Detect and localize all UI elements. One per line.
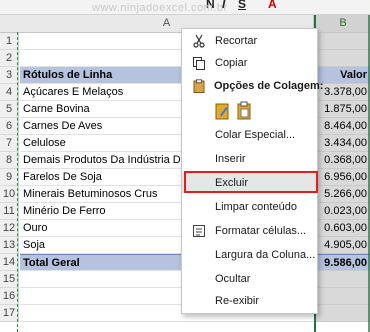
paste-formatting-icon[interactable] xyxy=(214,101,231,121)
cell-b[interactable]: 8.464,00 xyxy=(314,118,370,135)
paste-options-row xyxy=(182,97,317,125)
copy-icon xyxy=(193,57,205,70)
menu-label-colar-especial: Colar Especial... xyxy=(215,129,296,141)
menu-label-formatar-celulas: Formatar células... xyxy=(215,225,307,237)
menu-label-ocultar: Ocultar xyxy=(215,273,251,285)
menu-item-copiar[interactable]: Copiar xyxy=(182,53,317,73)
menu-item-inserir[interactable]: Inserir xyxy=(182,149,317,169)
paste-values-icon[interactable] xyxy=(236,101,253,121)
menu-label-largura-coluna: Largura da Coluna... xyxy=(215,249,316,261)
menu-label-reexibir: Re-exibir xyxy=(215,295,260,307)
cell-b[interactable]: 3.434,00 xyxy=(314,135,370,152)
format-cells-icon xyxy=(193,225,205,237)
cell-b[interactable] xyxy=(314,33,370,50)
cell-b[interactable] xyxy=(314,305,370,322)
menu-label-opcoes-colagem: Opções de Colagem: xyxy=(214,80,324,92)
menu-item-formatar-celulas[interactable]: Formatar células... xyxy=(182,221,317,241)
menu-label-inserir: Inserir xyxy=(215,153,246,165)
cell-b[interactable] xyxy=(314,271,370,288)
menu-item-opcoes-colagem: Opções de Colagem: xyxy=(182,76,323,96)
menu-item-recortar[interactable]: Recortar xyxy=(182,31,317,51)
cell-b[interactable]: 1.875,00 xyxy=(314,101,370,118)
copy-marquee xyxy=(17,32,19,332)
menu-item-ocultar[interactable]: Ocultar xyxy=(182,269,317,289)
menu-label-recortar: Recortar xyxy=(215,35,258,47)
watermark: www.ninjadoexcel.com.br xyxy=(92,2,228,14)
cell-b[interactable]: 4.905,00 xyxy=(314,237,370,254)
excluir-highlight-box xyxy=(184,171,318,193)
menu-label-limpar-conteudo: Limpar conteúdo xyxy=(215,201,297,213)
cell-b[interactable]: 0.368,00 xyxy=(314,152,370,169)
ribbon-letter-s[interactable]: S xyxy=(238,0,246,11)
cell-b[interactable]: 5.266,00 xyxy=(314,186,370,203)
cell-b[interactable]: 9.586,00 xyxy=(314,254,370,271)
cell-b[interactable] xyxy=(314,50,370,67)
clipboard-icon xyxy=(193,79,205,93)
scissors-icon xyxy=(193,34,205,48)
menu-label-copiar: Copiar xyxy=(215,57,248,69)
cell-b[interactable]: 6.956,00 xyxy=(314,169,370,186)
menu-item-reexibir[interactable]: Re-exibir xyxy=(182,291,317,311)
menu-item-largura-coluna[interactable]: Largura da Coluna... xyxy=(182,245,317,265)
cell-b[interactable]: 0.023,00 xyxy=(314,203,370,220)
column-header-b[interactable]: B xyxy=(314,15,370,32)
menu-item-colar-especial[interactable]: Colar Especial... xyxy=(182,125,317,145)
menu-item-limpar-conteudo[interactable]: Limpar conteúdo xyxy=(182,197,317,217)
ribbon-letter-a[interactable]: A xyxy=(268,0,277,11)
cell-b[interactable]: 0.603,00 xyxy=(314,220,370,237)
cell-b[interactable] xyxy=(314,288,370,305)
